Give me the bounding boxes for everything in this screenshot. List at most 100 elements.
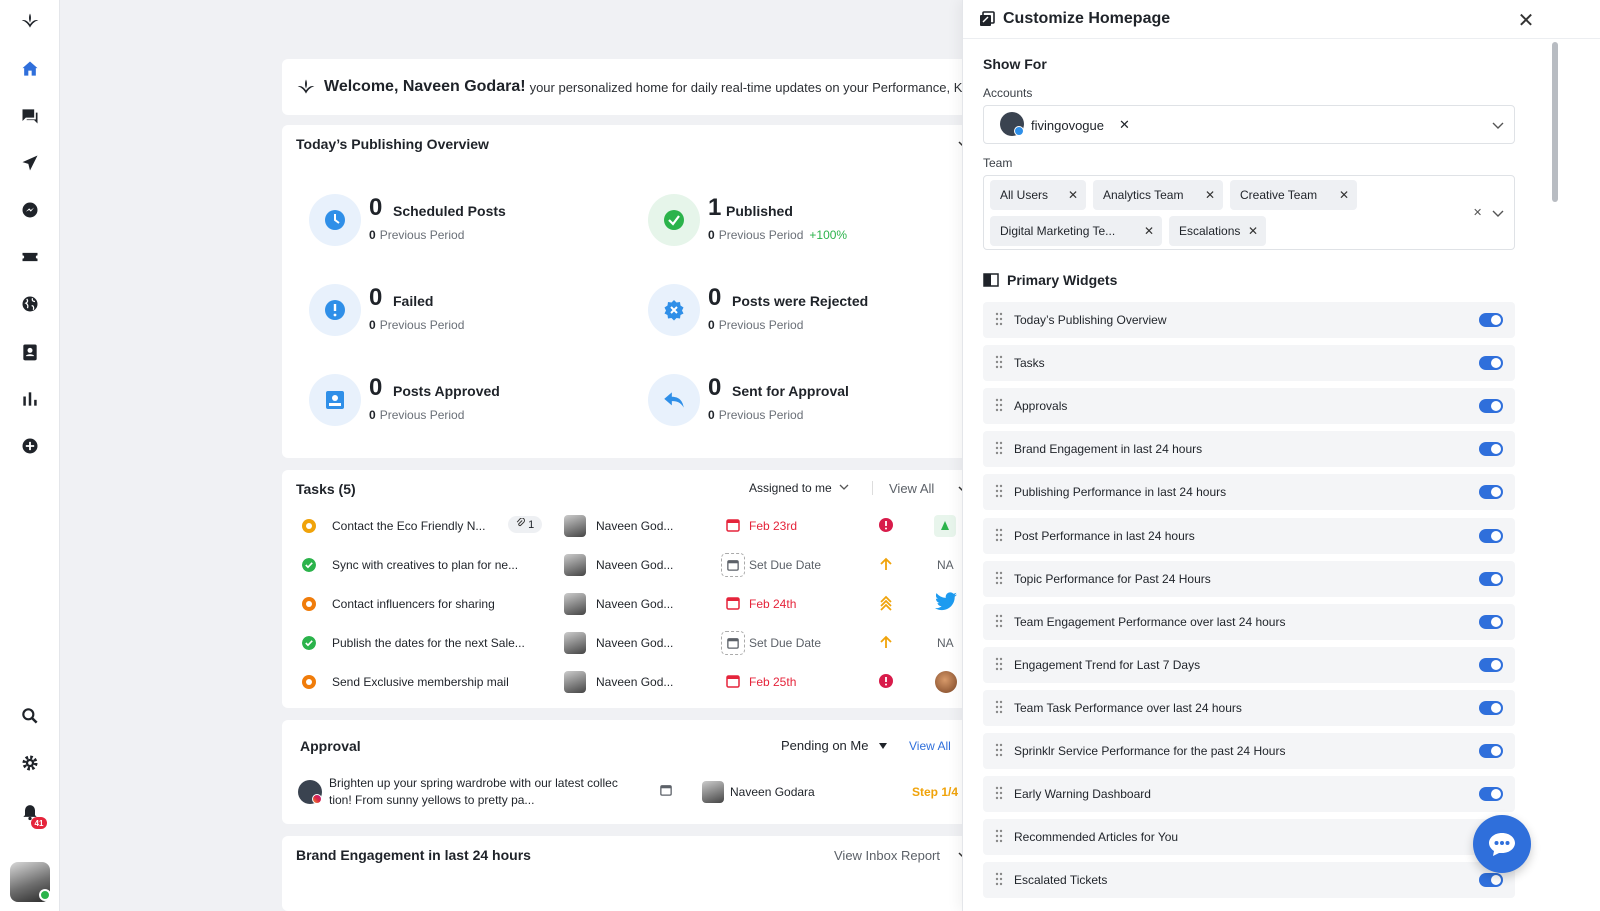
stat-failed: 0 Failed 0 Previous Period bbox=[309, 284, 609, 344]
accounts-select[interactable]: fivingovogue ✕ bbox=[983, 105, 1515, 144]
widget-row[interactable]: Today’s Publishing Overview bbox=[983, 302, 1515, 338]
team-chip[interactable]: Digital Marketing Te... ✕ bbox=[990, 216, 1162, 246]
add-circle-icon[interactable] bbox=[14, 430, 46, 462]
task-title[interactable]: Contact the Eco Friendly N... bbox=[332, 519, 485, 533]
team-chip[interactable]: Creative Team ✕ bbox=[1230, 180, 1357, 210]
remove-chip-icon[interactable]: ✕ bbox=[1144, 224, 1154, 238]
due-date[interactable]: Feb 25th bbox=[749, 675, 796, 689]
widget-toggle[interactable] bbox=[1479, 873, 1503, 888]
calendar-icon[interactable] bbox=[721, 553, 745, 577]
drag-handle-icon[interactable] bbox=[995, 355, 1003, 369]
widget-row[interactable]: Early Warning Dashboard bbox=[983, 776, 1515, 813]
chat-icon[interactable] bbox=[14, 100, 46, 132]
set-due-date-button[interactable]: Set Due Date bbox=[749, 558, 821, 572]
search-icon[interactable] bbox=[14, 700, 46, 732]
widget-row[interactable]: Escalated Tickets bbox=[983, 862, 1515, 899]
team-chip[interactable]: All Users ✕ bbox=[990, 180, 1086, 210]
remove-chip-icon[interactable]: ✕ bbox=[1119, 117, 1130, 133]
sprinklr-logo-icon[interactable] bbox=[14, 5, 46, 37]
drag-handle-icon[interactable] bbox=[995, 700, 1003, 714]
tasks-filter-dropdown[interactable]: Assigned to me bbox=[749, 481, 849, 495]
send-icon[interactable] bbox=[14, 147, 46, 179]
task-title[interactable]: Publish the dates for the next Sale... bbox=[332, 636, 525, 650]
view-inbox-report-link[interactable]: View Inbox Report bbox=[834, 848, 940, 863]
widget-row[interactable]: Team Task Performance over last 24 hours bbox=[983, 689, 1515, 726]
widget-row[interactable]: Engagement Trend for Last 7 Days bbox=[983, 646, 1515, 683]
widget-toggle[interactable] bbox=[1479, 442, 1503, 457]
table-row[interactable]: Sync with creatives to plan for ne... Na… bbox=[282, 550, 982, 580]
drag-handle-icon[interactable] bbox=[995, 614, 1003, 628]
drag-handle-icon[interactable] bbox=[995, 786, 1003, 800]
team-chip[interactable]: Escalations ✕ bbox=[1169, 216, 1266, 246]
task-title[interactable]: Sync with creatives to plan for ne... bbox=[332, 558, 518, 572]
remove-chip-icon[interactable]: ✕ bbox=[1068, 188, 1078, 202]
drag-handle-icon[interactable] bbox=[995, 829, 1003, 843]
widget-toggle[interactable] bbox=[1479, 571, 1503, 586]
widget-row[interactable]: Tasks bbox=[983, 345, 1515, 382]
remove-chip-icon[interactable]: ✕ bbox=[1339, 188, 1349, 202]
scrollbar[interactable] bbox=[1551, 42, 1559, 614]
task-title[interactable]: Contact influencers for sharing bbox=[332, 597, 495, 611]
widget-toggle[interactable] bbox=[1479, 787, 1503, 802]
table-row[interactable]: Contact the Eco Friendly N... 1 Naveen G… bbox=[282, 511, 982, 541]
drag-handle-icon[interactable] bbox=[995, 398, 1003, 412]
chat-support-button[interactable] bbox=[1473, 815, 1531, 873]
calendar-icon[interactable] bbox=[721, 631, 745, 655]
widget-toggle[interactable] bbox=[1479, 356, 1503, 371]
chevron-down-icon[interactable] bbox=[1492, 120, 1504, 130]
due-date[interactable]: Feb 23rd bbox=[749, 519, 797, 533]
close-icon[interactable]: ✕ bbox=[1516, 10, 1536, 32]
widget-toggle[interactable] bbox=[1479, 700, 1503, 715]
widget-toggle[interactable] bbox=[1479, 744, 1503, 758]
table-row[interactable]: Contact influencers for sharing Naveen G… bbox=[282, 589, 982, 619]
drag-handle-icon[interactable] bbox=[995, 657, 1003, 671]
table-row[interactable]: Send Exclusive membership mail Naveen Go… bbox=[282, 667, 982, 697]
widget-toggle[interactable] bbox=[1479, 313, 1503, 327]
remove-chip-icon[interactable]: ✕ bbox=[1205, 188, 1215, 202]
remove-chip-icon[interactable]: ✕ bbox=[1248, 224, 1258, 238]
table-row[interactable]: Publish the dates for the next Sale... N… bbox=[282, 628, 982, 658]
task-title[interactable]: Send Exclusive membership mail bbox=[332, 675, 509, 689]
widget-toggle[interactable] bbox=[1479, 614, 1503, 629]
widget-toggle[interactable] bbox=[1479, 657, 1503, 672]
tasks-view-all-link[interactable]: View All bbox=[889, 481, 934, 496]
drag-handle-icon[interactable] bbox=[995, 571, 1003, 585]
contact-book-icon[interactable] bbox=[14, 336, 46, 368]
customize-homepage-drawer: Customize Homepage ✕ Show For Accounts f… bbox=[962, 0, 1600, 911]
widget-row[interactable]: Brand Engagement in last 24 hours bbox=[983, 431, 1515, 468]
approval-post-text[interactable]: Brighten up your spring wardrobe with ou… bbox=[329, 775, 649, 809]
attachment-count[interactable]: 1 bbox=[508, 516, 543, 533]
globe-icon[interactable] bbox=[14, 288, 46, 320]
widget-row[interactable]: Team Engagement Performance over last 24… bbox=[983, 603, 1515, 640]
due-date[interactable]: Feb 24th bbox=[749, 597, 796, 611]
chevron-down-icon[interactable] bbox=[1492, 208, 1504, 218]
widget-row[interactable]: Recommended Articles for You bbox=[983, 819, 1515, 856]
widget-row[interactable]: Topic Performance for Past 24 Hours bbox=[983, 560, 1515, 597]
widget-toggle[interactable] bbox=[1479, 399, 1503, 414]
bar-chart-icon[interactable] bbox=[14, 383, 46, 415]
drag-handle-icon[interactable] bbox=[995, 484, 1003, 498]
widget-row[interactable]: Approvals bbox=[983, 388, 1515, 425]
widget-row[interactable]: Sprinklr Service Performance for the pas… bbox=[983, 733, 1515, 769]
drag-handle-icon[interactable] bbox=[995, 743, 1003, 757]
drag-handle-icon[interactable] bbox=[995, 528, 1003, 542]
approval-filter-dropdown[interactable]: Pending on Me bbox=[781, 738, 888, 753]
drag-handle-icon[interactable] bbox=[995, 872, 1003, 886]
approval-view-all-link[interactable]: View All bbox=[909, 739, 951, 753]
widget-toggle[interactable] bbox=[1479, 485, 1503, 500]
widget-row[interactable]: Post Performance in last 24 hours bbox=[983, 517, 1515, 554]
clear-all-icon[interactable]: ✕ bbox=[1473, 206, 1482, 219]
set-due-date-button[interactable]: Set Due Date bbox=[749, 636, 821, 650]
home-icon[interactable] bbox=[14, 53, 46, 85]
messenger-icon[interactable] bbox=[14, 194, 46, 226]
drag-handle-icon[interactable] bbox=[995, 441, 1003, 455]
main-content: Welcome, Naveen Godara! your personalize… bbox=[60, 0, 982, 911]
drag-handle-icon[interactable] bbox=[995, 312, 1003, 326]
ticket-icon[interactable] bbox=[14, 241, 46, 273]
card-title: Tasks (5) bbox=[296, 481, 356, 497]
team-chip[interactable]: Analytics Team ✕ bbox=[1093, 180, 1223, 210]
team-select[interactable]: All Users ✕ Analytics Team ✕ Creative Team… bbox=[983, 175, 1515, 250]
gear-icon[interactable] bbox=[14, 747, 46, 779]
widget-toggle[interactable] bbox=[1479, 528, 1503, 543]
widget-row[interactable]: Publishing Performance in last 24 hours bbox=[983, 474, 1515, 511]
